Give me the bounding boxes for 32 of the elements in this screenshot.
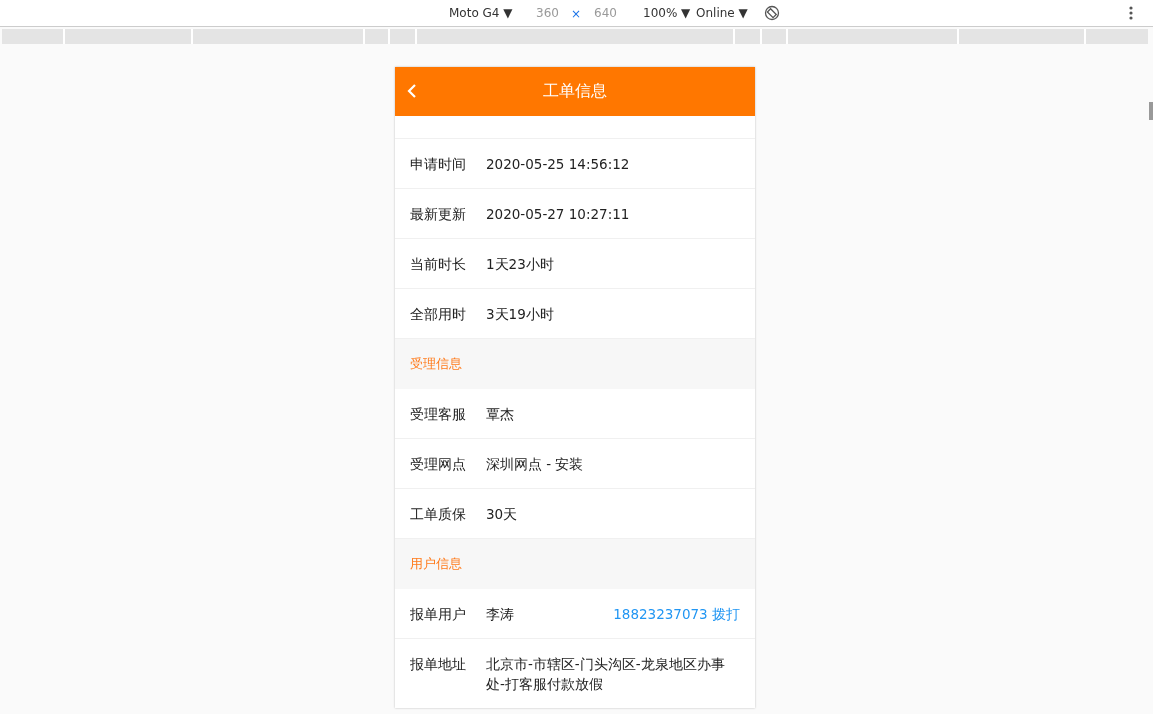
field-label: 受理客服	[410, 405, 467, 424]
section-title: 受理信息	[410, 355, 462, 373]
rotate-icon[interactable]	[764, 5, 780, 21]
field-label: 报单地址	[410, 655, 467, 674]
field-value: 2020-05-25 14:56:12	[486, 155, 631, 174]
field-label: 工单质保	[410, 505, 467, 524]
field-label: 受理网点	[410, 455, 467, 474]
page-title: 工单信息	[543, 81, 607, 102]
field-label: 申请时间	[410, 155, 467, 174]
field-value: 深圳网点 - 安装	[486, 455, 585, 474]
section-title: 用户信息	[410, 555, 462, 573]
more-options-icon[interactable]	[1129, 6, 1133, 20]
action-link[interactable]: 18823237073 拨打	[613, 604, 740, 624]
field-value: 2020-05-27 10:27:11	[486, 205, 631, 224]
width-value[interactable]: 360	[536, 6, 559, 20]
network-dropdown[interactable]: Online ▼	[696, 6, 748, 20]
field-value: 李涛	[486, 605, 515, 624]
back-icon[interactable]	[407, 83, 417, 99]
field-value: 3天19小时	[486, 305, 555, 324]
field-value: 覃杰	[486, 405, 515, 424]
field-label: 最新更新	[410, 205, 467, 224]
field-value: 30天	[486, 505, 519, 524]
field-label: 当前时长	[410, 255, 467, 274]
field-label: 全部用时	[410, 305, 467, 324]
scrollbar-thumb[interactable]	[1149, 102, 1153, 120]
height-value[interactable]: 640	[594, 6, 617, 20]
zoom-dropdown[interactable]: 100% ▼	[643, 6, 691, 20]
field-value: 1天23小时	[486, 255, 555, 274]
field-value: 北京市-市辖区-门头沟区-龙泉地区办事处-打客服付款放假	[486, 655, 726, 694]
swap-dimensions-icon[interactable]: ×	[571, 7, 582, 21]
field-label: 报单用户	[410, 605, 467, 624]
device-dropdown[interactable]: Moto G4 ▼	[449, 6, 513, 20]
